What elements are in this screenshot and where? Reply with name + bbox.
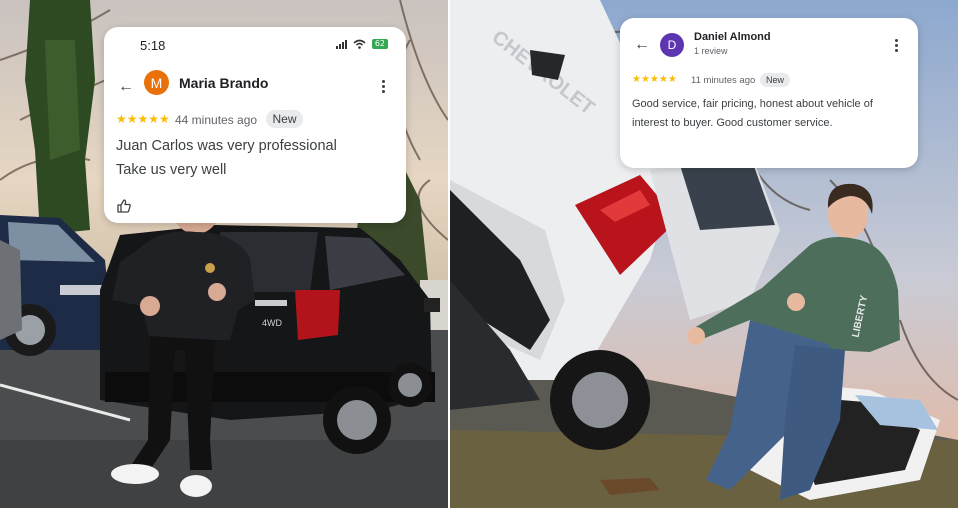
review-card-daniel: ← D Daniel Almond 1 review ★★★★★ 11 minu… bbox=[620, 18, 918, 168]
star-rating: ★★★★★ bbox=[116, 112, 170, 126]
review-text-line-1: Good service, fair pricing, honest about… bbox=[632, 98, 873, 110]
signal-icon bbox=[335, 39, 347, 49]
avatar-letter: D bbox=[667, 38, 677, 52]
new-badge: New bbox=[266, 110, 303, 128]
back-arrow-icon[interactable]: ← bbox=[634, 37, 650, 53]
new-badge: New bbox=[760, 73, 790, 87]
avatar: D bbox=[660, 33, 684, 57]
reviewer-name[interactable]: Maria Brando bbox=[179, 75, 268, 91]
review-time-ago: 44 minutes ago bbox=[175, 113, 258, 127]
review-card-maria: 5:18 62 ← M Maria Brando ★★★★★ 44 minute… bbox=[104, 27, 406, 223]
more-options-icon[interactable] bbox=[382, 80, 385, 93]
left-customer-photo: 4WD 5:18 62 ← M Maria Brando ★★★★★ 44 mi… bbox=[0, 0, 448, 508]
thumbs-up-icon[interactable] bbox=[117, 199, 131, 213]
more-options-icon[interactable] bbox=[895, 39, 898, 52]
vehicle-badge: 4WD bbox=[262, 318, 283, 328]
review-count: 1 review bbox=[694, 46, 728, 56]
status-bar-icons: 62 bbox=[335, 39, 388, 49]
review-text-line-2: interest to buyer. Good customer service… bbox=[632, 117, 833, 129]
avatar: M bbox=[144, 70, 169, 95]
review-text-line-2: Take us very well bbox=[116, 162, 227, 178]
battery-icon: 62 bbox=[371, 39, 388, 49]
status-bar-time: 5:18 bbox=[140, 38, 166, 53]
star-rating: ★★★★★ bbox=[632, 74, 677, 85]
back-arrow-icon[interactable]: ← bbox=[118, 79, 134, 95]
avatar-letter: M bbox=[150, 74, 163, 91]
wifi-icon bbox=[353, 39, 366, 49]
reviewer-name[interactable]: Daniel Almond bbox=[694, 31, 771, 43]
review-text-line-1: Juan Carlos was very professional bbox=[116, 138, 337, 154]
review-time-ago: 11 minutes ago bbox=[691, 75, 756, 86]
